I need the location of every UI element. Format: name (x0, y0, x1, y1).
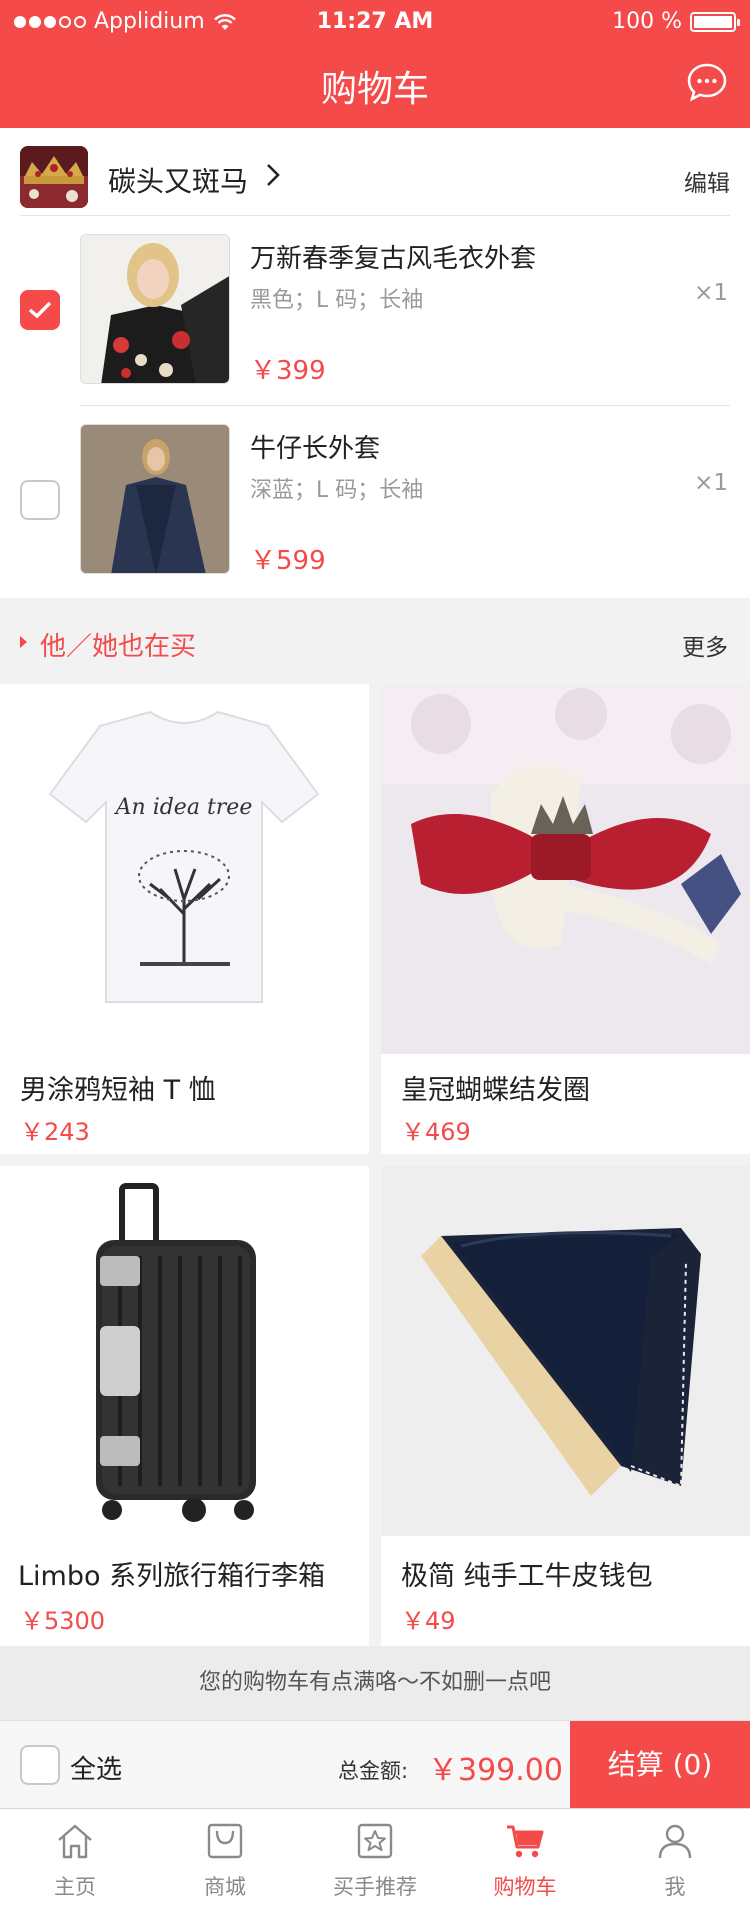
product-image[interactable] (0, 1166, 369, 1536)
product-card[interactable]: Limbo 系列旅行箱行李箱 ￥5300 (0, 1166, 369, 1646)
tab-buyer-picks[interactable]: 买手推荐 (300, 1809, 450, 1906)
top-bar: Applidium 11:27 AM 100 % 购物车 (0, 0, 750, 128)
total-amount: ￥399.00 (428, 1753, 563, 1788)
tab-cart[interactable]: 购物车 (450, 1809, 600, 1906)
select-all-checkbox[interactable] (20, 1745, 60, 1785)
product-name: 极简 纯手工牛皮钱包 (401, 1561, 653, 1592)
status-bar: Applidium 11:27 AM 100 % (0, 0, 750, 44)
cart-section: 碳头又斑马 编辑 万新春季复古风毛衣外套 黑色；L 码；长袖 ×1 ￥399 牛… (0, 128, 750, 598)
tab-label: 主页 (54, 1875, 96, 1899)
shop-name: 碳头又斑马 (108, 165, 249, 198)
cart-full-notice: 您的购物车有点满咯～不如删一点吧 (0, 1646, 750, 1720)
item-name: 牛仔长外套 (250, 434, 381, 464)
item-checkbox[interactable] (20, 290, 60, 330)
chevron-right-icon (265, 162, 281, 195)
product-image[interactable] (381, 684, 750, 1054)
shop-row[interactable]: 碳头又斑马 编辑 (20, 138, 730, 216)
item-price: ￥599 (250, 546, 326, 576)
product-name: 皇冠蝴蝶结发圈 (401, 1075, 590, 1106)
recommend-title: 他／她也在买 (40, 632, 197, 662)
battery-percent: 100 % (612, 9, 682, 34)
tab-label: 购物车 (493, 1875, 557, 1899)
tab-me[interactable]: 我 (600, 1809, 750, 1906)
cart-icon (507, 1825, 544, 1858)
cart-item[interactable]: 万新春季复古风毛衣外套 黑色；L 码；长袖 ×1 ￥399 (0, 216, 750, 406)
cart-item[interactable]: 牛仔长外套 深蓝；L 码；长袖 ×1 ￥599 (0, 406, 750, 596)
tab-home[interactable]: 主页 (0, 1809, 150, 1906)
product-card[interactable]: 极简 纯手工牛皮钱包 ￥49 (381, 1166, 750, 1646)
total-label: 总金额: (338, 1759, 409, 1783)
item-spec: 黑色；L 码；长袖 (250, 288, 424, 313)
shop-logo (20, 146, 88, 208)
item-quantity: ×1 (694, 280, 728, 306)
product-image[interactable] (80, 234, 230, 384)
user-icon (658, 1824, 692, 1859)
tab-label: 商城 (204, 1875, 246, 1899)
home-icon (58, 1824, 92, 1859)
product-price: ￥49 (401, 1607, 456, 1635)
recommend-header: 他／她也在买 更多 (0, 598, 750, 684)
product-name: 男涂鸦短袖 T 恤 (20, 1075, 216, 1106)
item-name: 万新春季复古风毛衣外套 (250, 244, 537, 274)
tab-label: 买手推荐 (333, 1875, 417, 1899)
product-price: ￥469 (401, 1118, 471, 1146)
shopping-bag-icon (207, 1823, 243, 1859)
chat-bubble-icon[interactable] (686, 62, 728, 102)
tab-mall[interactable]: 商城 (150, 1809, 300, 1906)
star-icon (357, 1823, 393, 1859)
tab-label: 我 (664, 1875, 686, 1899)
edit-button[interactable]: 编辑 (684, 164, 730, 198)
battery-icon (690, 11, 740, 32)
more-link[interactable]: 更多 (682, 628, 728, 662)
item-quantity: ×1 (694, 470, 728, 496)
triangle-right-icon (20, 636, 27, 648)
checkout-button[interactable]: 结算 (0) (570, 1721, 750, 1809)
battery-group: 100 % (612, 9, 740, 34)
product-image[interactable] (381, 1166, 750, 1536)
shirt-print-text: An idea tree (114, 795, 253, 820)
tab-bar: 主页 商城 买手推荐 购物车 我 (0, 1808, 750, 1906)
item-price: ￥399 (250, 356, 326, 386)
item-spec: 深蓝；L 码；长袖 (250, 478, 424, 503)
product-price: ￥243 (20, 1118, 90, 1146)
product-card[interactable]: 皇冠蝴蝶结发圈 ￥469 (381, 684, 750, 1154)
page-title: 购物车 (320, 69, 429, 110)
checkmark-icon (28, 301, 52, 319)
product-price: ￥5300 (20, 1607, 106, 1635)
product-name: Limbo 系列旅行箱行李箱 (18, 1561, 326, 1592)
product-card[interactable]: An idea tree 男涂鸦短袖 T 恤 ￥243 (0, 684, 369, 1154)
checkout-bar: 全选 总金额: ￥399.00 结算 (0) (0, 1720, 750, 1809)
select-all-label[interactable]: 全选 (70, 1749, 122, 1786)
product-image[interactable] (80, 424, 230, 574)
product-image[interactable]: An idea tree (0, 684, 369, 1054)
item-checkbox[interactable] (20, 480, 60, 520)
